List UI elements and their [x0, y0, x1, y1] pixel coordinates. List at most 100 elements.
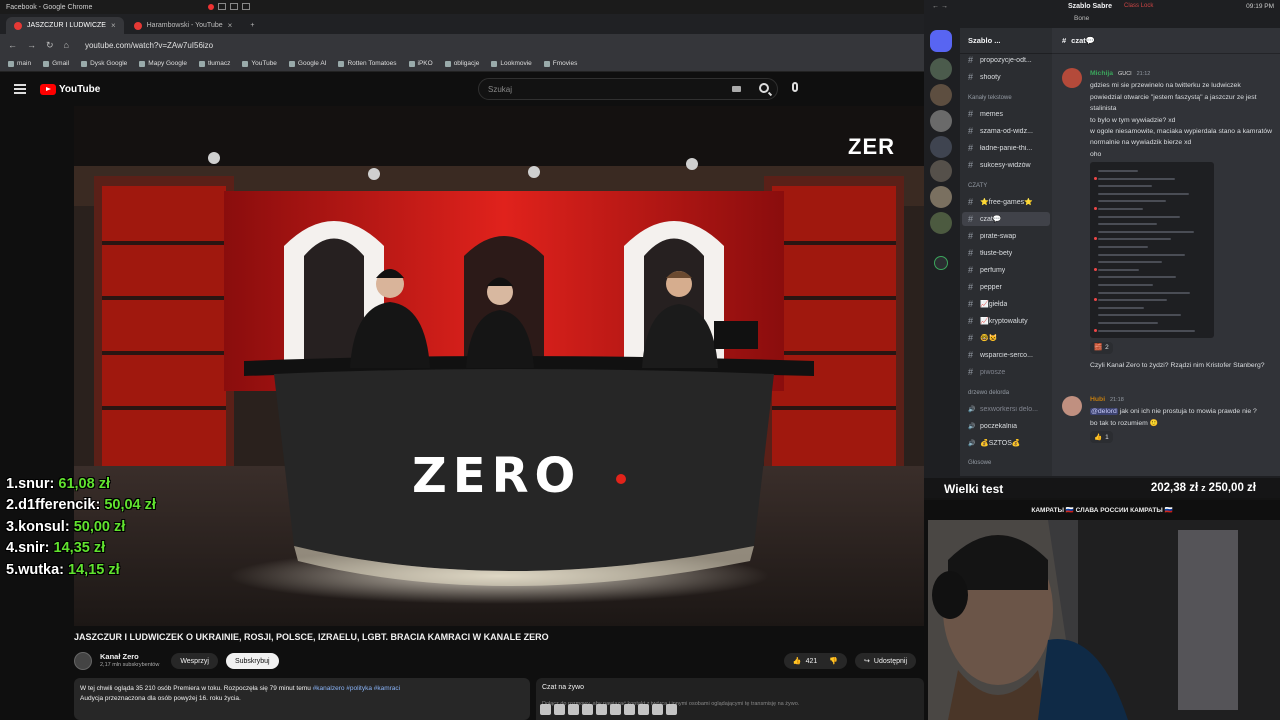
forward-icon[interactable]: → [27, 40, 36, 50]
bookmark-11[interactable]: Fmovies [543, 60, 577, 67]
youtube-logo[interactable]: YouTube [40, 83, 100, 95]
discord-icon[interactable] [596, 704, 607, 715]
start-icon[interactable] [540, 704, 551, 715]
channel-category[interactable]: Kanały tekstowe [968, 95, 1012, 101]
menu-icon[interactable] [14, 84, 26, 94]
tab-label: Harambowski - YouTube [146, 22, 223, 29]
bookmark-4[interactable]: tłumacz [198, 60, 230, 67]
channel-category[interactable]: drzewo delorda [968, 390, 1009, 396]
channel-category[interactable]: CZATY [968, 183, 987, 189]
reaction[interactable]: 👍 1 [1090, 431, 1113, 444]
screenshot-line [1098, 177, 1175, 180]
description-tags[interactable]: #kanalzero #polityka #kamraci [313, 685, 400, 692]
reaction[interactable]: 🧱 2 [1090, 342, 1113, 354]
search-input[interactable]: Szukaj [478, 78, 778, 100]
bookmark-2[interactable]: Dysk Google [81, 60, 127, 67]
like-button[interactable]: 👍 421 👎 [783, 653, 848, 669]
channel-item[interactable]: # propozycje-odt... [962, 53, 1050, 67]
live-chat-title: Czat na żywo [542, 684, 585, 691]
back-arrow-icon[interactable]: ← → [932, 3, 948, 10]
channel-category[interactable]: Głosowe [968, 460, 991, 466]
bookmark-9[interactable]: obligacje [444, 60, 479, 67]
steam-icon[interactable] [610, 704, 621, 715]
spotify-icon[interactable] [582, 704, 593, 715]
channel-item[interactable]: # tłuste-bety [962, 246, 1050, 260]
video-player[interactable]: ZERO [74, 106, 924, 626]
server-icon[interactable] [930, 84, 952, 106]
add-server-icon[interactable] [934, 256, 948, 270]
channel-item[interactable]: # 🤓😺 [962, 331, 1050, 345]
app-icon[interactable] [666, 704, 677, 715]
new-tab-button[interactable]: + [242, 17, 262, 34]
channel-name: 📈giełda [980, 301, 1008, 308]
close-icon[interactable] [242, 2, 251, 10]
channel-avatar[interactable] [74, 652, 92, 670]
microphone-icon[interactable] [792, 82, 798, 92]
message-author[interactable]: Michija [1090, 70, 1113, 77]
settings-icon[interactable] [652, 704, 663, 715]
support-button[interactable]: Wesprzyj [171, 653, 218, 669]
channel-item[interactable]: # szama-od-widz... [962, 124, 1050, 138]
bookmark-6[interactable]: Google AI [288, 60, 326, 67]
explorer-icon[interactable] [554, 704, 565, 715]
server-header[interactable]: Szablo ... [960, 28, 1052, 54]
donation-row: 1.snur: 61,08 zł [6, 474, 156, 495]
server-icon[interactable] [930, 110, 952, 132]
channel-item[interactable]: 🔊 poczekalnia [962, 419, 1050, 433]
window-controls[interactable] [208, 2, 251, 12]
reload-icon[interactable]: ↻ [46, 40, 54, 51]
user-avatar[interactable] [1062, 68, 1082, 88]
tab-video[interactable]: JASZCZUR I LUDWICZE × [6, 17, 124, 34]
maximize-icon[interactable] [230, 2, 239, 10]
embedded-screenshot[interactable] [1090, 162, 1214, 338]
channel-item[interactable]: # perfumy [962, 263, 1050, 277]
user-avatar[interactable] [1062, 396, 1082, 416]
tab-harambowski[interactable]: Harambowski - YouTube × [126, 17, 241, 34]
channel-item[interactable]: # shooty [962, 70, 1050, 84]
channel-item[interactable]: 🔊 💰SZTOS💰 [962, 436, 1050, 450]
channel-item[interactable]: 🔊 sexworkersi delo... [962, 402, 1050, 416]
keyboard-icon[interactable] [732, 86, 741, 92]
channel-info[interactable]: Kanał Zero 2,17 mln subskrybentów [100, 652, 159, 670]
url-field[interactable]: youtube.com/watch?v=ZAw7uI56izo [85, 41, 213, 50]
tab-close-icon[interactable]: × [228, 21, 233, 30]
bookmark-7[interactable]: Rotten Tomatoes [338, 60, 397, 67]
restore-icon[interactable] [218, 2, 227, 10]
subscribe-button[interactable]: Subskrybuj [225, 653, 279, 669]
channel-item[interactable]: # ⭐free-games⭐ [962, 195, 1050, 209]
channel-item[interactable]: # piwosze [962, 365, 1050, 379]
channel-item[interactable]: # czat💬 [962, 212, 1050, 226]
share-button[interactable]: ↪ Udostępnij [855, 653, 916, 669]
bookmark-8[interactable]: iPKO [408, 60, 433, 67]
channel-item[interactable]: # pirate-swap [962, 229, 1050, 243]
channel-item[interactable]: # wsparcie-serco... [962, 348, 1050, 362]
channel-item[interactable]: # 📈giełda [962, 297, 1050, 311]
server-icon[interactable] [930, 58, 952, 80]
server-icon[interactable] [930, 160, 952, 182]
channel-item[interactable]: # 📈kryptowaluty [962, 314, 1050, 328]
bookmark-3[interactable]: Mapy Google [139, 60, 187, 67]
home-icon[interactable]: ⌂ [64, 40, 69, 50]
server-icon[interactable] [930, 186, 952, 208]
channel-item[interactable]: # sukcesy-widzów [962, 158, 1050, 172]
bookmark-10[interactable]: Lookmovie [491, 60, 532, 67]
server-icon[interactable] [930, 136, 952, 158]
user-mention[interactable]: @delord [1090, 408, 1118, 416]
thumbs-down-icon[interactable]: 👎 [829, 657, 838, 665]
server-icon[interactable] [930, 30, 952, 52]
channel-item[interactable]: # ładne-panie-thi... [962, 141, 1050, 155]
bookmark-1[interactable]: Gmail [43, 60, 69, 67]
obs-icon[interactable] [624, 704, 635, 715]
game-icon[interactable] [638, 704, 649, 715]
video-description[interactable]: W tej chwili ogląda 35 210 osób Premiera… [74, 678, 530, 720]
bookmark-0[interactable]: main [8, 60, 31, 67]
back-icon[interactable]: ← [8, 40, 17, 50]
channel-item[interactable]: # memes [962, 107, 1050, 121]
message-author[interactable]: Hubi [1090, 396, 1105, 403]
server-icon[interactable] [930, 212, 952, 234]
search-icon[interactable] [759, 83, 769, 93]
bookmark-5[interactable]: YouTube [242, 60, 277, 67]
chrome-icon[interactable] [568, 704, 579, 715]
channel-item[interactable]: # pepper [962, 280, 1050, 294]
tab-close-icon[interactable]: × [111, 21, 116, 30]
